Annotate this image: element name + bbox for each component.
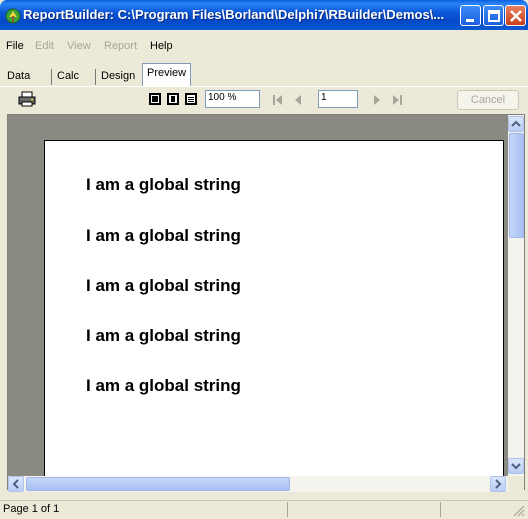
minimize-icon bbox=[466, 19, 474, 22]
last-page-icon[interactable] bbox=[391, 94, 403, 106]
maximize-icon bbox=[488, 10, 500, 22]
zoom-input[interactable]: 100 % bbox=[205, 90, 260, 108]
scroll-left-button[interactable] bbox=[8, 476, 24, 492]
tab-data[interactable]: Data bbox=[4, 67, 33, 86]
tab-design[interactable]: Design bbox=[98, 67, 138, 86]
whole-page-icon[interactable] bbox=[148, 92, 162, 106]
menu-help[interactable]: Help bbox=[150, 40, 173, 52]
scroll-left-icon bbox=[12, 479, 19, 489]
scroll-down-icon bbox=[511, 463, 521, 470]
prior-page-icon[interactable] bbox=[293, 94, 303, 106]
print-icon[interactable] bbox=[18, 91, 36, 107]
tab-separator bbox=[51, 69, 52, 85]
status-panel-divider bbox=[440, 502, 441, 517]
hundred-percent-icon[interactable] bbox=[184, 92, 198, 106]
menu-file[interactable]: File bbox=[6, 40, 24, 52]
tab-divider bbox=[0, 86, 528, 87]
resize-grip-icon[interactable] bbox=[512, 504, 526, 518]
scrollbar-corner bbox=[508, 476, 524, 492]
scroll-up-icon bbox=[511, 120, 521, 127]
menu-edit[interactable]: Edit bbox=[35, 40, 54, 52]
status-page-text: Page 1 of 1 bbox=[3, 503, 60, 515]
report-text-line: I am a global string bbox=[86, 326, 241, 345]
status-bar bbox=[0, 500, 528, 519]
tab-separator bbox=[95, 69, 96, 85]
report-text-line: I am a global string bbox=[86, 226, 241, 245]
menu-bar: File Edit View Report Help bbox=[0, 38, 528, 56]
tab-calc[interactable]: Calc bbox=[54, 67, 82, 86]
close-icon bbox=[510, 10, 522, 22]
app-icon[interactable] bbox=[5, 8, 21, 24]
first-page-icon[interactable] bbox=[272, 94, 284, 106]
window-title: ReportBuilder: C:\Program Files\Borland\… bbox=[23, 7, 445, 22]
menu-report[interactable]: Report bbox=[104, 40, 137, 52]
close-button[interactable] bbox=[505, 5, 526, 26]
scroll-up-button[interactable] bbox=[508, 116, 524, 132]
report-builder-window: ReportBuilder: C:\Program Files\Borland\… bbox=[0, 0, 528, 519]
maximize-button[interactable] bbox=[483, 5, 504, 26]
minimize-button[interactable] bbox=[460, 5, 481, 26]
title-bar[interactable]: ReportBuilder: C:\Program Files\Borland\… bbox=[0, 0, 528, 30]
scroll-down-button[interactable] bbox=[508, 458, 524, 474]
report-text-line: I am a global string bbox=[86, 276, 241, 295]
vertical-scroll-thumb[interactable] bbox=[509, 133, 524, 238]
tab-preview[interactable]: Preview bbox=[142, 63, 192, 86]
page-width-icon[interactable] bbox=[166, 92, 180, 106]
preview-toolbar bbox=[0, 88, 528, 114]
report-text-line: I am a global string bbox=[86, 175, 241, 194]
next-page-icon[interactable] bbox=[372, 94, 382, 106]
menu-view[interactable]: View bbox=[67, 40, 91, 52]
horizontal-scroll-thumb[interactable] bbox=[26, 477, 290, 491]
status-panel-divider bbox=[287, 502, 288, 517]
scroll-right-icon bbox=[495, 479, 502, 489]
report-text-line: I am a global string bbox=[86, 376, 241, 395]
page-number-input[interactable]: 1 bbox=[318, 90, 358, 108]
cancel-button[interactable]: Cancel bbox=[457, 90, 519, 110]
scroll-right-button[interactable] bbox=[490, 476, 506, 492]
